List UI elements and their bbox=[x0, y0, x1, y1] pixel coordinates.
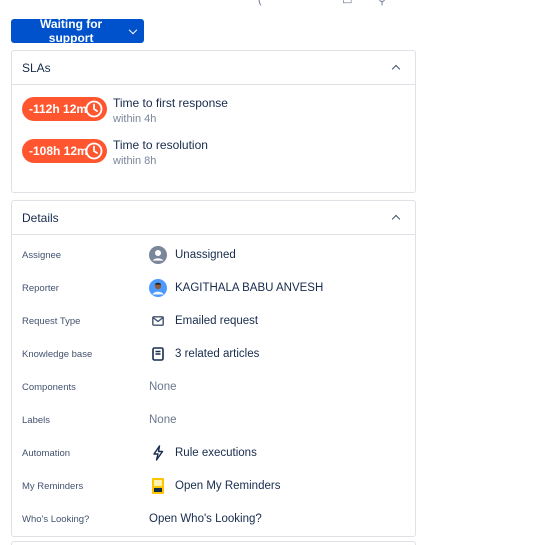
field-row-assignee: Assignee Unassigned bbox=[12, 245, 415, 265]
field-row-request-type: Request Type Emailed request bbox=[12, 311, 415, 331]
knowledge-base-field[interactable]: 3 related articles bbox=[149, 345, 259, 363]
field-label: Reporter bbox=[22, 282, 59, 294]
share-icon[interactable]: ▭ bbox=[342, 0, 352, 7]
field-label: Who's Looking? bbox=[22, 513, 90, 525]
sla-name: Time to resolution bbox=[113, 138, 208, 152]
field-label: Automation bbox=[22, 447, 71, 459]
sla-timer-badge: -112h 12m bbox=[22, 97, 107, 121]
field-row-my-reminders: My Reminders Open My Reminders bbox=[12, 476, 415, 496]
field-label: My Reminders bbox=[22, 480, 84, 492]
sla-panel: SLAs -112h 12m Time to first response wi… bbox=[11, 50, 416, 193]
field-value: Open My Reminders bbox=[175, 480, 281, 492]
reminders-app-icon bbox=[149, 477, 167, 495]
sla-item: -108h 12m Time to resolution within 8h bbox=[22, 138, 208, 168]
field-label: Request Type bbox=[22, 315, 81, 327]
sla-timer-badge: -108h 12m bbox=[22, 139, 107, 163]
field-row-components: Components None bbox=[12, 377, 415, 397]
next-panel-edge bbox=[11, 541, 416, 545]
clock-icon bbox=[85, 142, 103, 160]
field-value: KAGITHALA BABU ANVESH bbox=[175, 282, 324, 294]
field-row-knowledge-base: Knowledge base 3 related articles bbox=[12, 344, 415, 364]
book-icon bbox=[149, 345, 167, 363]
status-label: Waiting for support bbox=[40, 17, 103, 45]
sla-time-value: -108h 12m bbox=[29, 144, 88, 158]
email-icon bbox=[149, 312, 167, 330]
field-value: Unassigned bbox=[175, 249, 236, 261]
whos-looking-link[interactable]: Open Who's Looking? bbox=[149, 513, 262, 525]
field-value: Emailed request bbox=[175, 315, 259, 327]
chevron-up-icon[interactable] bbox=[391, 64, 401, 74]
sla-name: Time to first response bbox=[113, 96, 228, 110]
details-panel: Details Assignee Unassigned Reporter KAG… bbox=[11, 200, 416, 537]
link-icon[interactable]: ⚲ bbox=[378, 0, 386, 7]
field-row-labels: Labels None bbox=[12, 410, 415, 430]
sla-target: within 8h bbox=[113, 155, 157, 167]
sla-time-value: -112h 12m bbox=[29, 102, 88, 116]
field-label: Assignee bbox=[22, 249, 62, 261]
sla-panel-header[interactable]: SLAs bbox=[12, 51, 415, 85]
automation-field[interactable]: Rule executions bbox=[149, 444, 257, 462]
labels-field[interactable]: None bbox=[149, 414, 177, 426]
clock-icon bbox=[85, 100, 103, 118]
status-transition-button[interactable]: Waiting for support bbox=[11, 17, 144, 45]
field-row-automation: Automation Rule executions bbox=[12, 443, 415, 463]
lightning-icon bbox=[149, 444, 167, 462]
user-avatar bbox=[149, 279, 167, 297]
assignee-field[interactable]: Unassigned bbox=[149, 246, 236, 264]
my-reminders-field[interactable]: Open My Reminders bbox=[149, 477, 280, 495]
details-panel-title: Details bbox=[22, 210, 59, 225]
field-label: Components bbox=[22, 381, 76, 393]
avatar-placeholder-icon bbox=[149, 246, 167, 264]
chevron-up-icon[interactable] bbox=[391, 214, 401, 224]
details-panel-header[interactable]: Details bbox=[12, 201, 415, 235]
sla-target: within 4h bbox=[113, 113, 157, 125]
field-row-reporter: Reporter KAGITHALA BABU ANVESH bbox=[12, 278, 415, 298]
sla-panel-title: SLAs bbox=[22, 60, 51, 75]
sla-item: -112h 12m Time to first response within … bbox=[22, 96, 228, 126]
field-value: Rule executions bbox=[175, 447, 257, 459]
field-row-whos-looking: Who's Looking? Open Who's Looking? bbox=[12, 509, 415, 529]
reporter-field[interactable]: KAGITHALA BABU ANVESH bbox=[149, 279, 323, 297]
chevron-down-icon bbox=[128, 25, 138, 34]
field-label: Labels bbox=[22, 414, 50, 426]
field-value: 3 related articles bbox=[175, 348, 260, 360]
field-label: Knowledge base bbox=[22, 348, 93, 360]
feedback-icon[interactable]: ( bbox=[258, 0, 262, 6]
components-field[interactable]: None bbox=[149, 381, 177, 393]
request-type-field[interactable]: Emailed request bbox=[149, 312, 258, 330]
